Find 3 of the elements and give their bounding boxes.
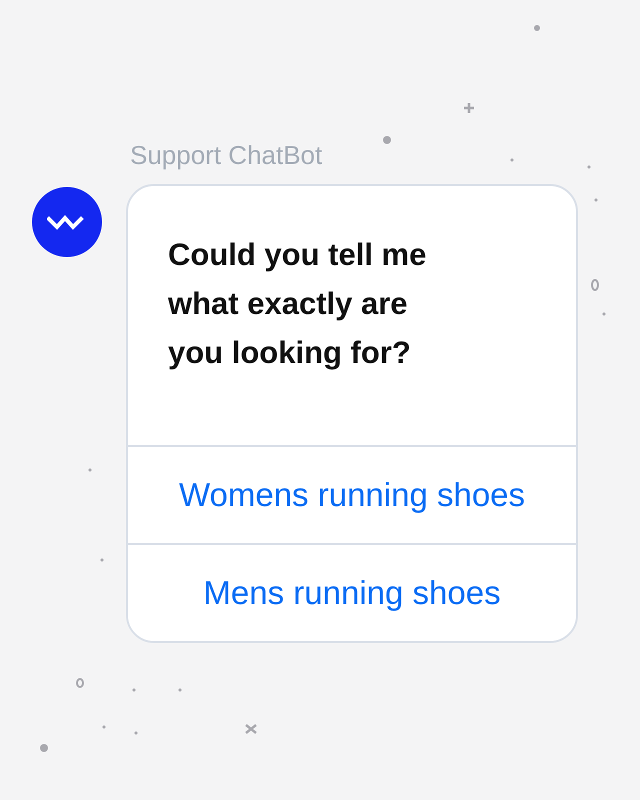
reply-option[interactable]: Mens running shoes [128, 543, 576, 641]
message-text: Could you tell me what exactly are you looking for? [167, 236, 428, 372]
bot-name: Support ChatBot [130, 139, 324, 172]
